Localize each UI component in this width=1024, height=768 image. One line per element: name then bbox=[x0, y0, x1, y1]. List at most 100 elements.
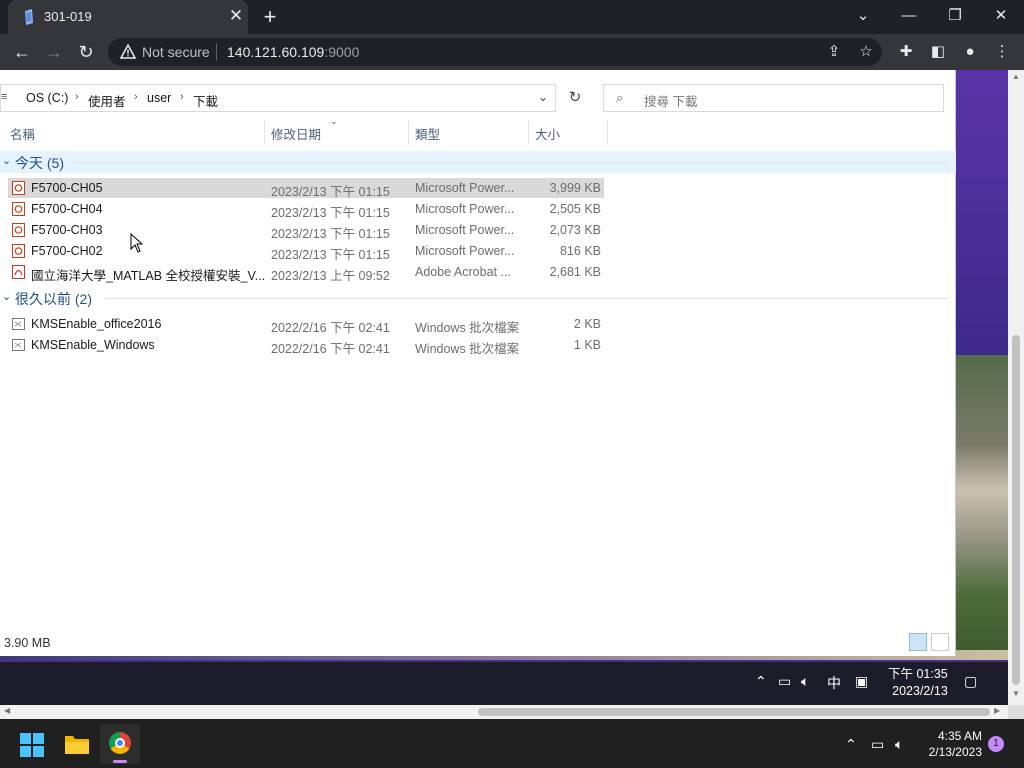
extensions-icon[interactable]: ✚ bbox=[894, 40, 918, 64]
horizontal-scrollbar[interactable]: ◀ ▶ bbox=[0, 705, 1008, 719]
minimize-button[interactable]: — bbox=[894, 4, 924, 28]
host-clock[interactable]: 4:35 AM 2/13/2023 bbox=[922, 728, 982, 760]
thumbnail-view-icon[interactable] bbox=[931, 633, 949, 651]
url-text[interactable]: 140.121.60.109:9000 bbox=[227, 44, 359, 60]
volume-icon[interactable]: 🔈︎ bbox=[895, 736, 903, 753]
chrome-taskbar-button[interactable] bbox=[100, 724, 140, 764]
restore-button[interactable]: ❐ bbox=[940, 4, 970, 28]
file-row[interactable]: KMSEnable_Windows 2022/2/16 下午 02:41 Win… bbox=[8, 335, 604, 356]
breadcrumb-chevron-icon[interactable]: › bbox=[134, 91, 138, 103]
network-icon[interactable]: ▭ bbox=[871, 736, 884, 753]
column-divider[interactable] bbox=[607, 120, 608, 144]
file-size: 2 KB bbox=[573, 317, 601, 331]
breadcrumb-item[interactable]: user bbox=[147, 91, 171, 105]
file-size: 3,999 KB bbox=[549, 181, 601, 195]
pdf-icon bbox=[12, 265, 25, 279]
host-date: 2/13/2023 bbox=[928, 745, 982, 759]
file-row[interactable]: F5700-CH02 2023/2/13 下午 01:15 Microsoft … bbox=[8, 241, 604, 262]
file-row[interactable]: KMSEnable_office2016 2022/2/16 下午 02:41 … bbox=[8, 314, 604, 335]
menu-icon[interactable]: ⋮ bbox=[990, 40, 1014, 64]
scroll-left-icon[interactable]: ◀ bbox=[4, 706, 10, 715]
explorer-address-bar[interactable]: ≡ OS (C:) › 使用者 › user › 下載 ⌄ bbox=[0, 84, 556, 112]
file-size: 816 KB bbox=[559, 244, 601, 258]
notification-center-icon[interactable]: ▢ bbox=[964, 673, 977, 690]
group-title: 很久以前 (2) bbox=[15, 291, 92, 307]
not-secure-label[interactable]: Not secure bbox=[142, 44, 210, 60]
ime-indicator[interactable]: 中 bbox=[827, 673, 841, 693]
column-header-type[interactable]: 類型 bbox=[415, 124, 440, 143]
tab-close-icon[interactable]: ✕ bbox=[226, 6, 246, 26]
remote-clock[interactable]: 下午 01:35 2023/2/13 bbox=[888, 666, 948, 700]
remote-desktop-view[interactable]: ≡ OS (C:) › 使用者 › user › 下載 ⌄ ↻ ⌕ 搜尋 下載 … bbox=[0, 70, 1008, 705]
file-explorer-window: ≡ OS (C:) › 使用者 › user › 下載 ⌄ ↻ ⌕ 搜尋 下載 … bbox=[0, 70, 956, 656]
column-divider[interactable] bbox=[408, 120, 409, 144]
host-time: 4:35 AM bbox=[937, 729, 982, 743]
group-collapse-icon[interactable]: ⌄ bbox=[2, 290, 11, 303]
file-row[interactable]: F5700-CH03 2023/2/13 下午 01:15 Microsoft … bbox=[8, 220, 604, 241]
forward-button[interactable]: → bbox=[42, 40, 66, 64]
remote-time: 下午 01:35 bbox=[888, 667, 948, 681]
windows-start-icon[interactable] bbox=[20, 733, 44, 757]
tab-search-icon[interactable]: ⌄ bbox=[848, 4, 878, 28]
explorer-search-box[interactable]: ⌕ 搜尋 下載 bbox=[603, 84, 944, 112]
ime-mode-icon[interactable]: ▣ bbox=[855, 673, 868, 690]
group-title: 今天 (5) bbox=[15, 155, 64, 171]
profile-icon[interactable]: ● bbox=[958, 40, 982, 64]
group-collapse-icon[interactable]: ⌄ bbox=[2, 154, 11, 167]
file-name: KMSEnable_Windows bbox=[31, 338, 155, 352]
reload-button[interactable]: ↻ bbox=[74, 40, 98, 64]
file-date: 2023/2/13 下午 01:15 bbox=[271, 227, 390, 241]
show-hidden-icons-icon[interactable]: ⌃ bbox=[755, 673, 767, 690]
desktop-wallpaper bbox=[955, 70, 1008, 360]
column-header-size[interactable]: 大小 bbox=[535, 124, 560, 143]
file-row[interactable]: F5700-CH05 2023/2/13 下午 01:15 Microsoft … bbox=[8, 178, 604, 199]
browser-tab[interactable]: 301-019 ✕ bbox=[8, 0, 248, 34]
group-header-today[interactable]: ⌄ 今天 (5) bbox=[0, 151, 956, 173]
volume-icon[interactable]: 🔈︎ bbox=[801, 673, 809, 690]
scroll-right-icon[interactable]: ▶ bbox=[994, 706, 1000, 715]
file-row[interactable]: F5700-CH04 2023/2/13 下午 01:15 Microsoft … bbox=[8, 199, 604, 220]
address-bar[interactable]: Not secure 140.121.60.109:9000 ⇪ ☆ bbox=[108, 38, 882, 66]
breadcrumb-overflow-icon[interactable]: ≡ bbox=[1, 91, 7, 103]
notification-badge[interactable]: 1 bbox=[988, 736, 1004, 752]
show-hidden-icons-icon[interactable]: ⌃ bbox=[845, 736, 857, 753]
scroll-up-icon[interactable]: ▲ bbox=[1012, 72, 1020, 81]
omnibox-divider bbox=[216, 43, 217, 61]
back-button[interactable]: ← bbox=[10, 40, 34, 64]
horizontal-scroll-thumb[interactable] bbox=[478, 708, 990, 716]
column-header-date[interactable]: 修改日期 bbox=[271, 124, 321, 143]
breadcrumb-item[interactable]: 使用者 bbox=[88, 91, 126, 110]
file-row[interactable]: 國立海洋大學_MATLAB 全校授權安裝_V... 2023/2/13 上午 0… bbox=[8, 262, 604, 283]
close-window-button[interactable]: ✕ bbox=[986, 4, 1016, 28]
warning-icon[interactable] bbox=[120, 44, 136, 60]
scroll-down-icon[interactable]: ▼ bbox=[1012, 689, 1020, 698]
file-explorer-icon[interactable] bbox=[64, 733, 90, 755]
refresh-button[interactable]: ↻ bbox=[562, 84, 588, 112]
breadcrumb-item[interactable]: 下載 bbox=[193, 91, 218, 110]
file-size: 2,073 KB bbox=[549, 223, 601, 237]
network-icon[interactable]: ▭ bbox=[778, 673, 791, 690]
breadcrumb-chevron-icon[interactable]: › bbox=[180, 91, 184, 103]
breadcrumb-item[interactable]: OS (C:) bbox=[26, 91, 68, 105]
sort-descending-icon: ⌄ bbox=[330, 116, 338, 126]
file-date: 2023/2/13 上午 09:52 bbox=[271, 269, 390, 283]
column-divider[interactable] bbox=[528, 120, 529, 144]
remote-date: 2023/2/13 bbox=[892, 684, 948, 698]
breadcrumb-chevron-icon[interactable]: › bbox=[75, 91, 79, 103]
new-tab-button[interactable]: + bbox=[258, 4, 282, 30]
column-divider[interactable] bbox=[264, 120, 265, 144]
address-dropdown-icon[interactable]: ⌄ bbox=[538, 90, 548, 104]
file-name: 國立海洋大學_MATLAB 全校授權安裝_V... bbox=[31, 269, 266, 283]
vertical-scroll-thumb[interactable] bbox=[1012, 335, 1020, 685]
file-type: Microsoft Power... bbox=[415, 223, 515, 237]
side-panel-icon[interactable]: ◧ bbox=[926, 40, 950, 64]
host-taskbar: ⌃ ▭ 🔈︎ 4:35 AM 2/13/2023 1 bbox=[0, 719, 1024, 768]
vertical-scrollbar[interactable]: ▲ ▼ bbox=[1008, 70, 1024, 705]
desktop-wallpaper-photo bbox=[955, 355, 1008, 655]
column-header-name[interactable]: 名稱 bbox=[10, 124, 35, 143]
bookmark-star-icon[interactable]: ☆ bbox=[854, 40, 878, 64]
group-header-long-ago[interactable]: ⌄ 很久以前 (2) bbox=[0, 287, 956, 309]
share-icon[interactable]: ⇪ bbox=[822, 40, 846, 64]
batch-file-icon bbox=[12, 339, 25, 351]
details-view-icon[interactable] bbox=[909, 633, 927, 651]
